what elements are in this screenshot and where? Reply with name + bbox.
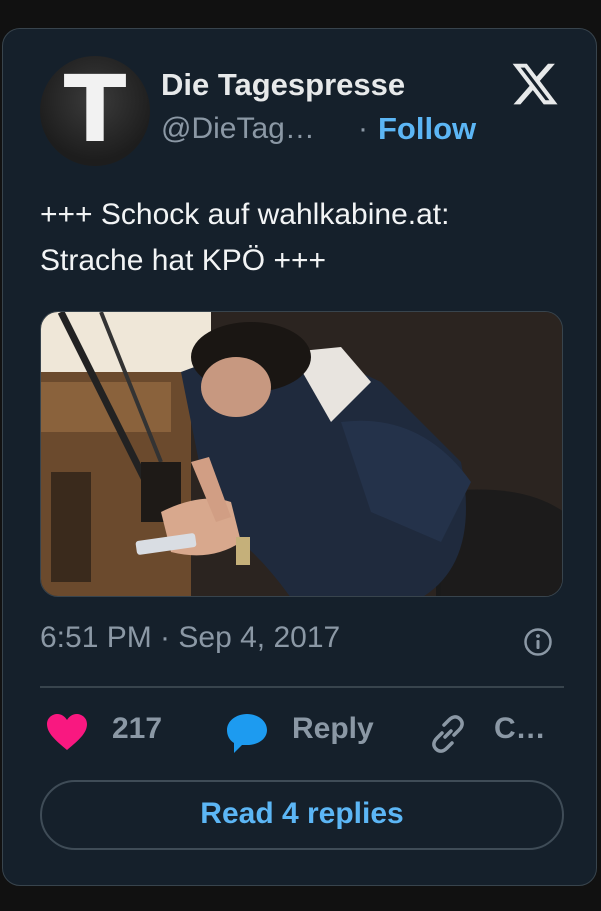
handle-separator: · — [358, 112, 368, 145]
tweet-timestamp[interactable]: 6:51 PM · Sep 4, 2017 — [40, 621, 340, 655]
tweet-photo[interactable] — [40, 311, 563, 597]
tweet-text: +++ Schock auf wahlkabine.at: Strache ha… — [40, 192, 560, 284]
author-name[interactable]: Die Tagespresse — [161, 67, 405, 103]
read-replies-button[interactable]: Read 4 replies — [40, 780, 564, 850]
tweet-text-line: Strache hat KPÖ +++ — [40, 244, 327, 277]
link-icon[interactable] — [427, 713, 469, 755]
speech-bubble-icon[interactable] — [224, 710, 270, 756]
info-icon[interactable] — [523, 627, 553, 657]
author-handle[interactable]: @DieTag… — [161, 112, 315, 146]
copy-link-button[interactable]: C… — [494, 712, 546, 746]
like-count[interactable]: 217 — [112, 712, 162, 746]
x-logo-icon[interactable] — [510, 59, 560, 109]
heart-icon[interactable] — [45, 712, 89, 752]
divider — [40, 686, 564, 688]
avatar[interactable]: T — [40, 56, 150, 166]
reply-button[interactable]: Reply — [292, 712, 374, 746]
follow-button[interactable]: Follow — [378, 111, 476, 147]
avatar-letter: T — [63, 56, 127, 163]
photo-illustration — [41, 312, 562, 596]
tweet-card: T Die Tagespresse @DieTag… · Follow +++ … — [2, 28, 597, 886]
tweet-text-line: +++ Schock auf wahlkabine.at: — [40, 198, 450, 231]
